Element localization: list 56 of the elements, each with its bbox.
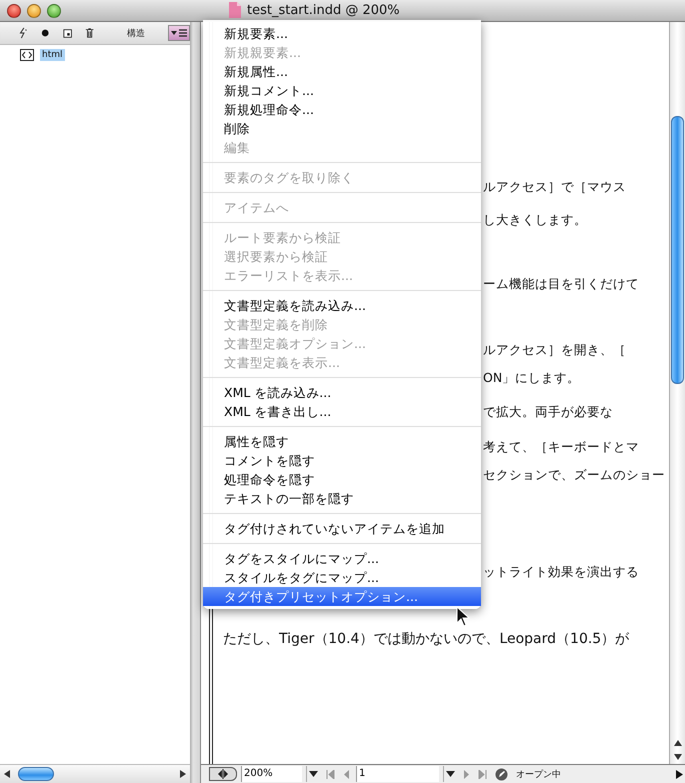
close-button[interactable] <box>7 4 21 18</box>
lightning-icon[interactable] <box>18 26 28 40</box>
menu-item[interactable]: 新規コメント... <box>203 81 481 100</box>
zoom-field[interactable]: 200% <box>241 766 302 782</box>
layout-toggle-button[interactable] <box>209 767 237 781</box>
square-icon[interactable] <box>62 28 72 38</box>
pencil-circle-icon[interactable] <box>495 768 508 780</box>
menu-item[interactable]: 文書型定義を読み込み... <box>203 296 481 315</box>
right-arrow-icon[interactable] <box>180 770 186 778</box>
left-arrow-icon[interactable] <box>4 770 10 778</box>
menu-item[interactable]: 新規要素... <box>203 24 481 43</box>
menu-item[interactable]: 削除 <box>203 119 481 138</box>
split-arrows-icon <box>216 769 230 779</box>
document-icon <box>228 2 242 18</box>
caret-icon <box>309 771 318 777</box>
dot-icon[interactable] <box>41 28 50 38</box>
menu-item[interactable]: XML を書き出し... <box>203 402 481 421</box>
status-text: オープン中 <box>516 768 561 780</box>
document-text-line: ルアクセス］で［マウス <box>483 178 627 196</box>
caret-icon <box>446 771 455 777</box>
menu-item[interactable]: 処理命令を隠す <box>203 470 481 489</box>
document-text-line: セクションで、ズームのショー <box>483 466 666 484</box>
tree-item[interactable]: html <box>40 49 65 61</box>
menu-item[interactable]: タグをスタイルにマップ... <box>203 549 481 568</box>
menu-item[interactable]: 新規属性... <box>203 62 481 81</box>
document-text-line: で拡大。両手が必要な <box>483 403 614 421</box>
element-tag-icon <box>20 49 34 61</box>
scroll-thumb[interactable] <box>671 116 684 384</box>
menu-item[interactable]: タグ付きプリセットオプション... <box>203 587 481 606</box>
menu-item[interactable]: タグ付けされていないアイテムを追加 <box>203 519 481 538</box>
document-text-line: ットライト効果を演出する <box>483 563 640 581</box>
right-arrow-icon[interactable] <box>676 770 683 778</box>
menu-item[interactable]: テキストの一部を隠す <box>203 489 481 508</box>
down-arrow-icon[interactable] <box>674 754 682 760</box>
panel-title: 構造 <box>127 28 145 40</box>
minimize-button[interactable] <box>27 4 41 18</box>
menu-item[interactable]: スタイルをタグにマップ... <box>203 568 481 587</box>
panel-menu-button[interactable] <box>168 25 190 41</box>
document-text-line: 考えて、［キーボードとマ <box>483 438 640 456</box>
vertical-scrollbar[interactable] <box>669 22 685 764</box>
menu-item[interactable]: コメントを隠す <box>203 451 481 470</box>
document-text-line: ーム機能は目を引くだけて <box>483 275 640 293</box>
zoom-button[interactable] <box>47 4 61 18</box>
trash-icon[interactable] <box>84 27 94 39</box>
document-text-line: ただし、Tiger（10.4）では動かないので、Leopard（10.5）が <box>223 630 630 649</box>
menu-item[interactable]: 新規処理命令... <box>203 100 481 119</box>
horizontal-scrollbar[interactable] <box>0 764 190 783</box>
up-arrow-icon[interactable] <box>674 740 682 746</box>
page-field[interactable]: 1 <box>356 766 439 782</box>
document-text-line: し大きくします。 <box>483 211 588 229</box>
window-title: test_start.indd @ 200% <box>247 2 400 18</box>
menu-item[interactable]: XML を読み込み... <box>203 383 481 402</box>
scroll-thumb[interactable] <box>18 767 54 781</box>
document-text-line: ON」にします。 <box>483 369 582 387</box>
menu-item[interactable]: 属性を隠す <box>203 432 481 451</box>
document-text-line: ルアクセス］を開き、［ <box>483 341 627 359</box>
